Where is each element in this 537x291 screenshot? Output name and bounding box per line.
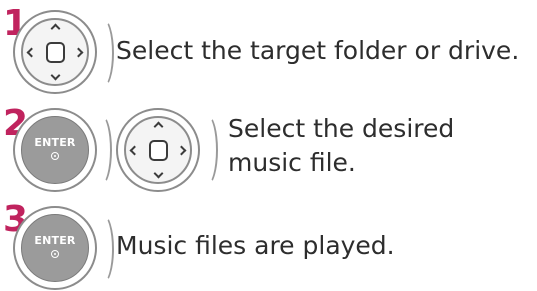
enter-label: ENTER — [34, 136, 76, 149]
enter-label: ENTER — [34, 234, 76, 247]
bracket-divider — [92, 18, 114, 88]
navigation-pad-icon — [13, 10, 97, 94]
step-3-text: Music files are played. — [116, 231, 395, 260]
enter-button-icon: ENTER — [13, 206, 97, 290]
step-2-text-line-1: Select the desired — [228, 114, 455, 143]
enter-dot-icon — [51, 250, 59, 258]
enter-button-icon: ENTER — [13, 108, 97, 192]
navigation-pad-icon — [116, 108, 200, 192]
bracket-divider — [90, 114, 112, 186]
ok-center-icon — [148, 139, 168, 161]
bracket-divider — [92, 214, 114, 284]
step-2-text-line-2: music file. — [228, 148, 356, 177]
step-1-text: Select the target folder or drive. — [116, 36, 520, 65]
bracket-divider — [196, 114, 218, 186]
enter-dot-icon — [51, 152, 59, 160]
ok-center-icon — [45, 41, 65, 63]
